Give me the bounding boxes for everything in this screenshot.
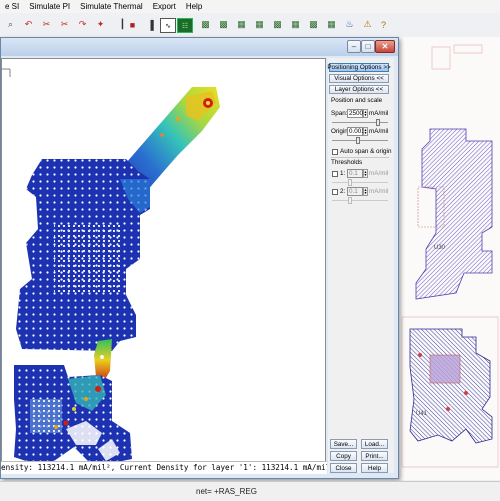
- grid-icon[interactable]: ☷: [177, 18, 193, 33]
- span-unit: mA/mil: [369, 110, 389, 117]
- current-density-map[interactable]: [1, 58, 326, 462]
- threshold-2-checkbox[interactable]: [332, 189, 338, 195]
- positioning-options-button[interactable]: Positioning Options >>: [327, 63, 391, 72]
- pcb-icon[interactable]: ▩: [199, 18, 212, 31]
- threshold-1-unit: mA/mil: [369, 170, 389, 177]
- options-panel: Positioning Options >> Visual Options <<…: [327, 58, 394, 473]
- origin-slider[interactable]: [332, 140, 388, 141]
- menu-simulate-thermal[interactable]: Simulate Thermal: [75, 2, 148, 11]
- threshold-1-checkbox[interactable]: [332, 171, 338, 177]
- origin-slider-thumb[interactable]: [356, 137, 360, 144]
- redo-icon[interactable]: ↷: [76, 18, 89, 31]
- u30-label: U30: [434, 245, 446, 251]
- threshold-1-input[interactable]: 0.1: [347, 169, 363, 178]
- layer-options-button[interactable]: Layer Options <<: [329, 85, 389, 94]
- dialog-title-bar[interactable]: – □ ✕: [1, 38, 398, 56]
- bar-icon[interactable]: ▐: [144, 18, 157, 31]
- menu-simulate-si[interactable]: e SI: [0, 2, 24, 11]
- close-button[interactable]: Close: [330, 463, 357, 473]
- span-spinner[interactable]: ▴ ▾: [363, 109, 368, 118]
- help-button[interactable]: Help: [361, 463, 388, 473]
- menu-help[interactable]: Help: [181, 2, 207, 11]
- auto-span-label: Auto span & origin: [340, 148, 392, 155]
- minimize-icon[interactable]: –: [347, 40, 361, 53]
- help-icon[interactable]: ?: [377, 18, 390, 31]
- print-button[interactable]: Print...: [361, 451, 388, 461]
- threshold-2-thumb[interactable]: [348, 197, 352, 204]
- menu-bar: e SI Simulate PI Simulate Thermal Export…: [0, 0, 500, 14]
- waveform-icon[interactable]: ∿: [160, 18, 176, 33]
- separator: [331, 157, 389, 158]
- copy-button[interactable]: Copy: [330, 451, 357, 461]
- current-density-readout: ensity: 113214.1 mA/mil², Current Densit…: [1, 461, 327, 474]
- threshold-2-label: 2:: [340, 188, 346, 195]
- board-icon[interactable]: ▦: [235, 18, 248, 31]
- span-label: Span:: [331, 110, 348, 117]
- status-bar: net= +RAS_REG: [0, 481, 500, 501]
- toolbar: ⌕ ↶ ✂ ✂ ↷ ✦ ┃ ■ ▐ ∿ ☷ ▩ ▩ ▦ ▦ ▩ ▦ ▩ ▦ ♨ …: [0, 13, 500, 38]
- via-icon[interactable]: ▦: [289, 18, 302, 31]
- menu-export[interactable]: Export: [148, 2, 181, 11]
- span-slider-thumb[interactable]: [376, 119, 380, 126]
- save-button[interactable]: Save...: [330, 439, 357, 449]
- origin-unit: mA/mil: [369, 128, 389, 135]
- origin-spinner[interactable]: ▴ ▾: [363, 127, 368, 136]
- span-input[interactable]: 2500: [347, 109, 363, 118]
- close-icon[interactable]: ✕: [375, 40, 395, 53]
- net-icon[interactable]: ▦: [325, 18, 338, 31]
- position-scale-header: Position and scale: [331, 97, 383, 104]
- undo-icon[interactable]: ↶: [22, 18, 35, 31]
- threshold-1-slider[interactable]: [332, 182, 388, 183]
- warning-icon[interactable]: ⚠: [361, 18, 374, 31]
- visual-options-button[interactable]: Visual Options <<: [329, 74, 389, 83]
- auto-span-checkbox[interactable]: [332, 149, 338, 155]
- marker-icon[interactable]: ✦: [94, 18, 107, 31]
- pcb-background-view[interactable]: U30 U41: [396, 37, 500, 480]
- probe-icon[interactable]: ■: [126, 18, 139, 31]
- thermal-icon[interactable]: ♨: [343, 18, 356, 31]
- plane-icon[interactable]: ▩: [307, 18, 320, 31]
- zoom-icon[interactable]: ⌕: [4, 18, 17, 31]
- current-density-dialog: – □ ✕ ensity: 113214.1 mA/mil², Current …: [0, 37, 399, 479]
- u41-label: U41: [416, 411, 428, 417]
- maximize-icon[interactable]: □: [361, 40, 375, 53]
- net-status: net= +RAS_REG: [196, 487, 257, 496]
- pcb-background-drawing: [401, 44, 499, 468]
- thresholds-header: Thresholds: [331, 159, 363, 166]
- threshold-2-unit: mA/mil: [369, 188, 389, 195]
- density-plot: [2, 68, 220, 461]
- threshold-1-spinner[interactable]: ▴ ▾: [363, 169, 368, 178]
- origin-input[interactable]: 0.001: [347, 127, 365, 136]
- threshold-2-input[interactable]: 0.1: [347, 187, 363, 196]
- threshold-2-spinner[interactable]: ▴ ▾: [363, 187, 368, 196]
- component-icon[interactable]: ▦: [253, 18, 266, 31]
- cut-icon[interactable]: ✂: [58, 18, 71, 31]
- layers-icon[interactable]: ▩: [217, 18, 230, 31]
- scissors-icon[interactable]: ✂: [40, 18, 53, 31]
- menu-simulate-pi[interactable]: Simulate PI: [24, 2, 75, 11]
- load-button[interactable]: Load...: [361, 439, 388, 449]
- threshold-1-label: 1:: [340, 170, 346, 177]
- threshold-2-slider[interactable]: [332, 200, 388, 201]
- threshold-1-thumb[interactable]: [348, 179, 352, 186]
- trace-icon[interactable]: ▩: [271, 18, 284, 31]
